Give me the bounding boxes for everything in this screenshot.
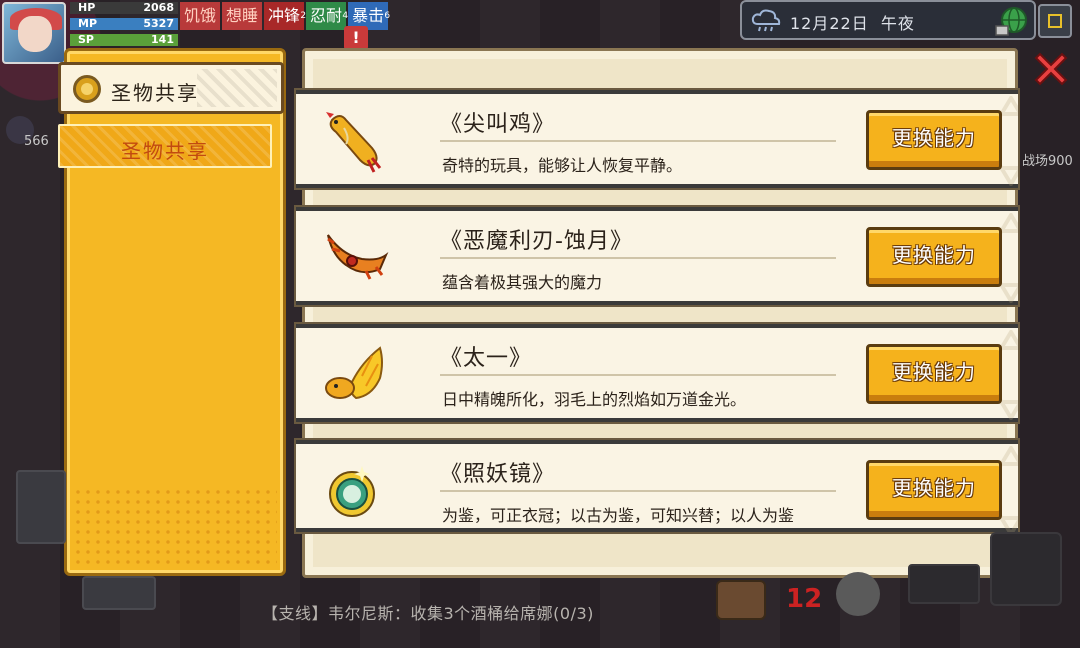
relic-desc: 为鉴，可正衣冠；以古为鉴，可知兴替；以人为鉴 (442, 506, 795, 525)
relic-name: 《恶魔利刃-蚀月》 (440, 229, 633, 254)
hp-label: HP (78, 1, 96, 14)
network-globe-icon (995, 7, 1027, 36)
backpack-icon[interactable] (716, 580, 766, 620)
relic-card: 《太一》 日中精魄所化，羽毛上的烈焰如万道金光。 更换能力 (294, 322, 1020, 424)
demon-blade-icon (327, 234, 389, 280)
share-node-icon[interactable] (990, 532, 1062, 606)
alert-icon[interactable]: ! (344, 26, 368, 50)
divider (440, 257, 836, 259)
golden-feather-icon (325, 346, 383, 400)
relic-desc: 日中精魄所化，羽毛上的烈焰如万道金光。 (442, 390, 747, 409)
weapon-swap-icon[interactable]: 12 (786, 584, 822, 614)
relic-card: 《恶魔利刃-蚀月》 蕴含着极其强大的魔力 更换能力 (294, 205, 1020, 307)
mp-label: MP (78, 17, 98, 30)
status-charge[interactable]: 冲锋 2 (264, 2, 306, 30)
change-ability-button[interactable]: 更换能力 (866, 460, 1002, 520)
change-ability-button[interactable]: 更换能力 (866, 110, 1002, 170)
hourglass-icon[interactable] (836, 572, 880, 616)
relic-badge-icon (73, 75, 101, 103)
screaming-chicken-icon (326, 112, 382, 173)
mp-bar: MP 5327 (70, 16, 178, 32)
dpad-down-button[interactable] (82, 576, 156, 610)
demon-mirror-icon (329, 466, 375, 517)
date-time-text: 12月22日 午夜 (790, 14, 915, 33)
weapon-slot[interactable] (908, 564, 980, 604)
header-pattern (197, 69, 277, 107)
sp-label: SP (78, 33, 94, 46)
tab-relic-share-label: 圣物共享 (121, 139, 209, 163)
relic-desc: 蕴含着极其强大的魔力 (442, 273, 603, 292)
tab-relic-share[interactable]: 圣物共享 (58, 124, 272, 168)
relic-name: 《尖叫鸡》 (440, 112, 556, 137)
divider (440, 140, 836, 142)
dpad-left-button[interactable] (16, 470, 66, 544)
sidebar-pattern (73, 487, 277, 567)
hp-value: 2068 (143, 1, 174, 14)
status-sleepy[interactable]: 想睡 (222, 2, 263, 30)
relic-name: 《照妖镜》 (440, 462, 556, 487)
player-stats: HP 2068 MP 5327 SP 141 (70, 0, 178, 48)
sp-bar: SP 141 (70, 32, 178, 48)
divider (440, 374, 836, 376)
change-ability-button[interactable]: 更换能力 (866, 344, 1002, 404)
rain-cloud-icon (751, 9, 781, 32)
side-count: 566 (24, 134, 49, 149)
close-icon[interactable] (1030, 48, 1072, 90)
exit-icon (1048, 14, 1062, 28)
status-hunger[interactable]: 饥饿 (180, 2, 221, 30)
relic-name: 《太一》 (440, 346, 533, 371)
hp-bar: HP 2068 (70, 0, 178, 16)
change-ability-button[interactable]: 更换能力 (866, 227, 1002, 287)
divider (440, 490, 836, 492)
relic-desc: 奇特的玩具，能够让人恢复平静。 (442, 156, 683, 175)
quest-tracker[interactable]: 【支线】韦尔尼斯：收集3个酒桶给席娜(0/3) (262, 600, 594, 624)
battle-field-text: 战场900 (1022, 154, 1073, 169)
player-avatar[interactable] (2, 2, 66, 64)
sidebar-header: 圣物共享 (58, 62, 284, 114)
sidebar-header-title: 圣物共享 (111, 81, 199, 105)
exit-button[interactable] (1038, 4, 1072, 38)
relic-card: 《尖叫鸡》 奇特的玩具，能够让人恢复平静。 更换能力 (294, 88, 1020, 190)
mp-value: 5327 (143, 17, 174, 30)
avatar-face (18, 16, 52, 52)
relic-card: 《照妖镜》 为鉴，可正衣冠；以古为鉴，可知兴替；以人为鉴 更换能力 (294, 438, 1020, 534)
status-endure[interactable]: 忍耐 4 (306, 2, 348, 30)
sp-value: 141 (151, 33, 174, 46)
date-time-box: 12月22日 午夜 (740, 0, 1036, 40)
